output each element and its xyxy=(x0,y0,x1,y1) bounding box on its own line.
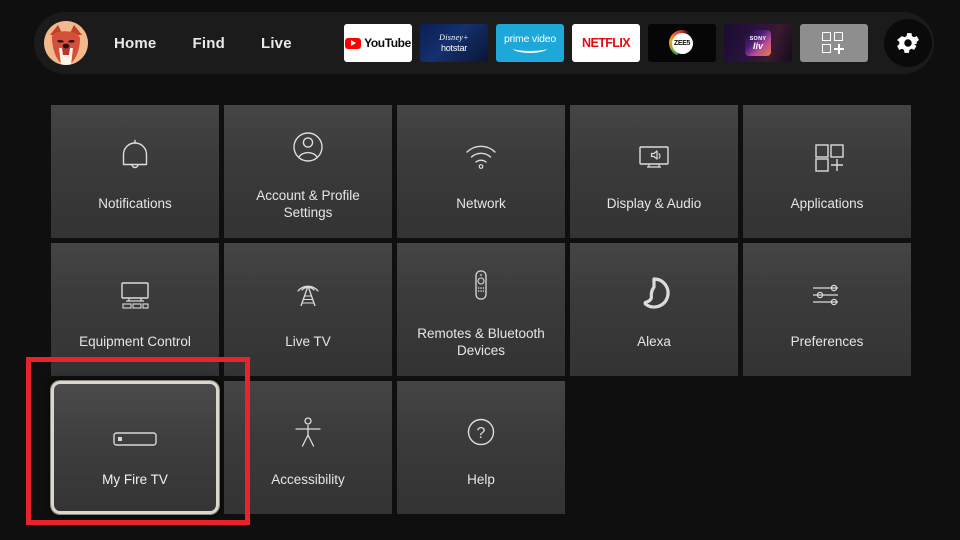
tile-label: Help xyxy=(467,472,495,487)
alexa-ring-icon xyxy=(632,269,676,315)
question-circle-icon: ? xyxy=(459,407,503,453)
zee5-ring-icon: ZEE5 xyxy=(669,30,695,56)
settings-grid: Notifications Account & Profile Settings… xyxy=(51,105,911,514)
tile-label: Remotes & Bluetooth Devices xyxy=(417,325,545,358)
bell-icon xyxy=(113,131,157,177)
tv-speaker-icon xyxy=(631,131,677,177)
settings-gear[interactable] xyxy=(884,19,932,67)
remote-control-icon xyxy=(459,261,503,307)
sonyliv-logo: SONY liv xyxy=(745,30,771,56)
tile-label: Notifications xyxy=(98,196,172,211)
netflix-wordmark: NETFLIX xyxy=(582,36,630,50)
settings-tile-live-tv[interactable]: Live TV xyxy=(224,243,392,376)
settings-tile-equipment-control[interactable]: Equipment Control xyxy=(51,243,219,376)
user-avatar[interactable] xyxy=(44,21,88,65)
tv-equipment-icon xyxy=(112,269,158,315)
hotstar-wordmark: hotstar xyxy=(440,43,468,53)
antenna-tower-icon xyxy=(286,269,330,315)
tile-label: Account & Profile Settings xyxy=(256,187,360,220)
nav-home[interactable]: Home xyxy=(114,35,156,52)
settings-tile-accessibility[interactable]: Accessibility xyxy=(224,381,392,514)
tile-label: Preferences xyxy=(790,334,864,349)
liv-wordmark: liv xyxy=(752,40,763,51)
app-shortcuts: YouTube Disney+ hotstar prime video NETF… xyxy=(344,24,876,62)
apps-grid-plus-icon xyxy=(805,131,849,177)
tile-label: Alexa xyxy=(637,334,671,349)
svg-text:?: ? xyxy=(477,425,486,442)
tile-label: Applications xyxy=(790,196,864,211)
app-grid-all-apps[interactable] xyxy=(800,24,868,62)
accessibility-person-icon xyxy=(286,407,330,453)
nav-live[interactable]: Live xyxy=(261,35,292,52)
disney-wordmark: Disney+ xyxy=(439,33,469,42)
zee5-wordmark: ZEE5 xyxy=(673,39,691,47)
app-prime-video[interactable]: prime video xyxy=(496,24,564,62)
app-disney-hotstar[interactable]: Disney+ hotstar xyxy=(420,24,488,62)
tile-label: Live TV xyxy=(285,334,331,349)
apps-grid-plus-icon xyxy=(822,32,846,54)
gear-icon xyxy=(897,33,919,53)
settings-tile-applications[interactable]: Applications xyxy=(743,105,911,238)
settings-tile-notifications[interactable]: Notifications xyxy=(51,105,219,238)
prime-video-wordmark: prime video xyxy=(503,32,557,45)
fire-tv-stick-icon xyxy=(109,407,161,453)
settings-tile-network[interactable]: Network xyxy=(397,105,565,238)
app-zee5[interactable]: ZEE5 xyxy=(648,24,716,62)
wifi-icon xyxy=(459,131,503,177)
zee5-circle: ZEE5 xyxy=(671,32,693,54)
tile-label: Equipment Control xyxy=(79,334,191,349)
settings-tile-remotes-bluetooth[interactable]: Remotes & Bluetooth Devices xyxy=(397,243,565,376)
avatar-illustration xyxy=(44,21,88,65)
app-youtube[interactable]: YouTube xyxy=(344,24,412,62)
app-netflix[interactable]: NETFLIX xyxy=(572,24,640,62)
settings-tile-account-profile[interactable]: Account & Profile Settings xyxy=(224,105,392,238)
settings-tile-display-audio[interactable]: Display & Audio xyxy=(570,105,738,238)
top-navigation-bar: Home Find Live YouTube Disney+ hotstar p… xyxy=(34,12,934,74)
prime-swoosh-icon xyxy=(513,44,547,53)
settings-tile-alexa[interactable]: Alexa xyxy=(570,243,738,376)
settings-tile-help[interactable]: ? Help xyxy=(397,381,565,514)
settings-tile-preferences[interactable]: Preferences xyxy=(743,243,911,376)
nav-items: Home Find Live xyxy=(114,35,328,52)
youtube-play-icon xyxy=(345,37,362,49)
app-sony-liv[interactable]: SONY liv xyxy=(724,24,792,62)
sliders-icon xyxy=(804,269,850,315)
youtube-wordmark: YouTube xyxy=(364,36,411,50)
tile-label: Accessibility xyxy=(271,472,345,487)
tile-label: My Fire TV xyxy=(102,472,168,487)
settings-tile-my-fire-tv[interactable]: My Fire TV xyxy=(51,381,219,514)
tile-label: Network xyxy=(456,196,506,211)
tile-label: Display & Audio xyxy=(606,196,702,211)
youtube-logo: YouTube xyxy=(345,36,411,50)
person-circle-icon xyxy=(286,123,330,169)
nav-find[interactable]: Find xyxy=(192,35,224,52)
